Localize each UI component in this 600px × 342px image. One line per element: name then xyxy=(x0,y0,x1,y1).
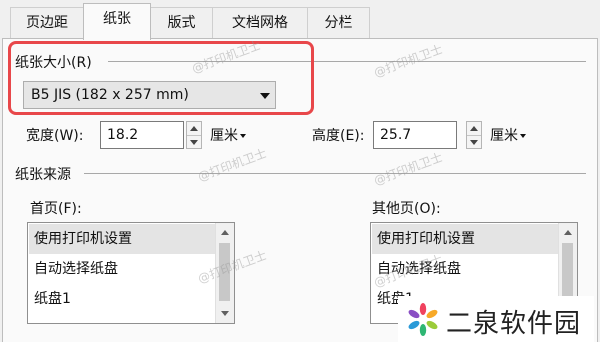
tab-columns[interactable]: 分栏 xyxy=(307,7,370,38)
scroll-up-icon[interactable] xyxy=(221,230,229,235)
scroll-down-icon[interactable] xyxy=(221,311,229,316)
scrollbar-thumb[interactable] xyxy=(562,243,573,301)
width-unit: 厘米 xyxy=(210,128,238,144)
list-item[interactable]: 使用打印机设置 xyxy=(34,224,132,254)
section-divider xyxy=(84,173,586,174)
height-label: 高度(E): xyxy=(312,128,365,144)
logo-badge: 二泉软件园 xyxy=(398,296,594,342)
first-page-label: 首页(F): xyxy=(30,201,82,217)
height-unit-dropdown[interactable]: 厘米 xyxy=(490,125,526,145)
width-input[interactable]: 18.2 xyxy=(100,121,184,149)
spin-down-button[interactable] xyxy=(467,135,481,148)
scroll-up-icon[interactable] xyxy=(564,230,572,235)
pinwheel-logo-icon xyxy=(408,303,438,336)
width-label: 宽度(W): xyxy=(26,128,84,144)
arrow-down-icon xyxy=(470,140,478,145)
list-item[interactable]: 纸盘1 xyxy=(34,284,71,314)
list-item[interactable]: 自动选择纸盘 xyxy=(34,254,118,284)
height-spinner[interactable] xyxy=(466,121,482,149)
arrow-up-icon xyxy=(190,126,198,131)
height-unit: 厘米 xyxy=(490,128,518,144)
tab-document-grid[interactable]: 文档网格 xyxy=(212,7,308,38)
list-item[interactable]: 使用打印机设置 xyxy=(377,224,475,254)
other-pages-label: 其他页(O): xyxy=(372,201,441,217)
spin-up-button[interactable] xyxy=(187,122,201,135)
tab-paper[interactable]: 纸张 xyxy=(83,3,151,40)
tab-layout[interactable]: 版式 xyxy=(150,7,213,38)
highlight-annotation xyxy=(8,41,314,115)
arrow-down-icon xyxy=(190,140,198,145)
tab-margins[interactable]: 页边距 xyxy=(10,7,84,38)
spin-up-button[interactable] xyxy=(467,122,481,135)
spin-down-button[interactable] xyxy=(187,135,201,148)
tab-strip: 页边距 纸张 版式 文档网格 分栏 xyxy=(0,0,600,40)
width-spinner[interactable] xyxy=(186,121,202,149)
width-unit-dropdown[interactable]: 厘米 xyxy=(210,125,246,145)
arrow-up-icon xyxy=(470,126,478,131)
chevron-down-icon xyxy=(240,134,246,138)
paper-source-label: 纸张来源 xyxy=(15,167,71,183)
logo-text: 二泉软件园 xyxy=(446,309,582,339)
height-input[interactable]: 25.7 xyxy=(373,121,457,149)
chevron-down-icon xyxy=(520,134,526,138)
